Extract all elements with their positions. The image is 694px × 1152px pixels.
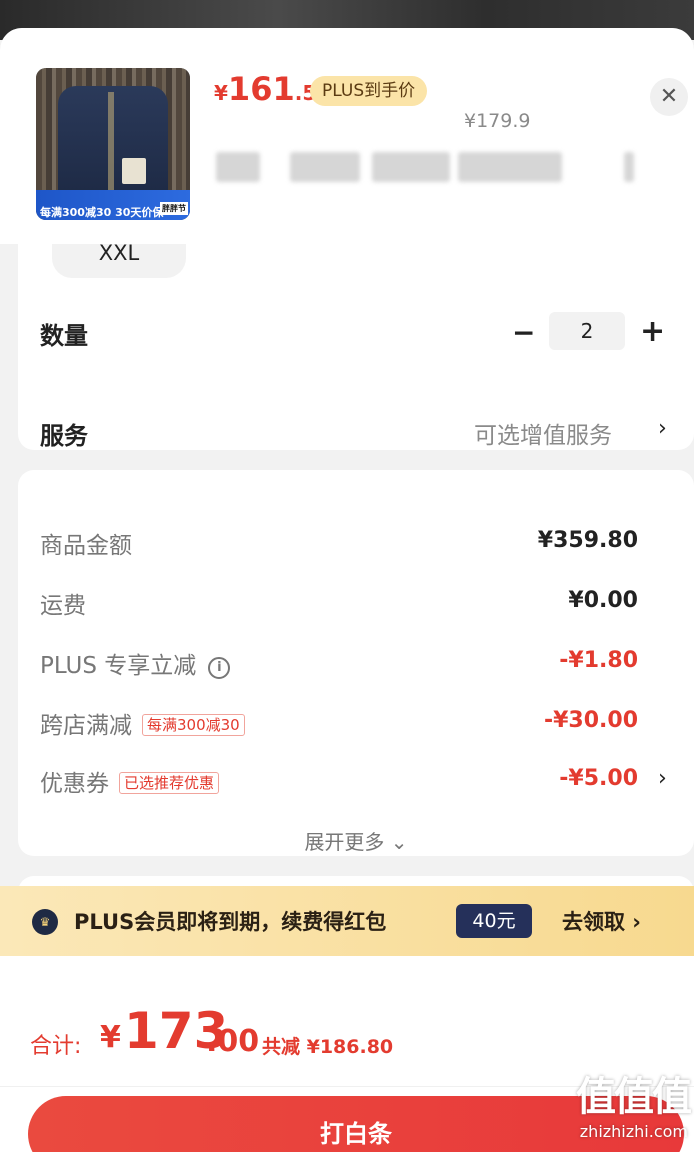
- blurred-title: [290, 152, 360, 182]
- claim-button[interactable]: 去领取 ›: [562, 906, 641, 936]
- banner-text: PLUS会员即将到期，续费得红包: [74, 910, 387, 934]
- size-option-xxl[interactable]: XXL: [52, 238, 186, 278]
- cross-store-label: 跨店满减: [40, 713, 132, 739]
- promo-festival-tag: 胖胖节: [160, 202, 188, 215]
- plus-price-badge: PLUS到手价: [310, 76, 428, 106]
- current-price: ¥161.5: [214, 70, 316, 108]
- thumbnail-promo-strip: 每满300减30 30天价保 胖胖节: [36, 190, 190, 220]
- total-decimal: .00: [206, 1024, 260, 1059]
- price-integer: 161: [227, 70, 295, 108]
- product-header: 每满300减30 30天价保 胖胖节 ¥161.5 PLUS到手价 ¥179.9…: [0, 28, 694, 244]
- chevron-right-icon[interactable]: ›: [658, 416, 667, 441]
- total-label: 合计:: [30, 1034, 82, 1059]
- coupon-row[interactable]: 优惠券 已选推荐优惠: [40, 764, 220, 798]
- options-card: XXL 数量 − 2 + 服务 可选增值服务 ›: [18, 208, 694, 450]
- coupon-label: 优惠券: [40, 771, 109, 797]
- service-value[interactable]: 可选增值服务: [474, 416, 612, 450]
- quantity-input[interactable]: 2: [549, 312, 625, 350]
- red-packet-badge: 40元: [456, 904, 532, 938]
- jacket-patch: [122, 158, 146, 184]
- plus-discount-row: PLUS 专享立减 i: [40, 646, 231, 680]
- denim-jacket-image: [58, 86, 168, 202]
- price-breakdown-card: 商品金额 ¥359.80 运费 ¥0.00 PLUS 专享立减 i -¥1.80 …: [18, 470, 694, 856]
- close-icon[interactable]: ✕: [650, 78, 688, 116]
- chevron-right-icon[interactable]: ›: [658, 766, 667, 791]
- crown-icon: ♛: [32, 909, 58, 935]
- blurred-title: [372, 152, 450, 182]
- promo-line: 每满300减30 30天价保: [40, 206, 164, 219]
- info-icon[interactable]: i: [208, 657, 231, 679]
- expand-more-button[interactable]: 展开更多 ⌄: [18, 826, 694, 855]
- total-saved: 共减 ¥186.80: [262, 1036, 394, 1058]
- minus-icon[interactable]: −: [512, 316, 535, 349]
- shipping-label: 运费: [40, 593, 86, 619]
- quantity-label: 数量: [40, 322, 88, 350]
- plus-renewal-banner[interactable]: ♛ PLUS会员即将到期，续费得红包 40元 去领取 ›: [0, 886, 694, 956]
- cross-store-value: -¥30.00: [543, 708, 638, 733]
- coupon-value[interactable]: -¥5.00: [559, 766, 638, 791]
- total-currency: ¥: [100, 1020, 121, 1055]
- goods-amount-value: ¥359.80: [537, 528, 638, 553]
- watermark-logo: 值值值: [576, 1074, 692, 1120]
- watermark-url: zhizhizhi.com: [579, 1122, 688, 1141]
- original-price: ¥179.9: [464, 110, 531, 132]
- plus-discount-value: -¥1.80: [559, 648, 638, 673]
- cross-store-tag: 每满300减30: [142, 714, 245, 736]
- service-label: 服务: [40, 422, 88, 450]
- price-currency: ¥: [214, 81, 228, 105]
- coupon-tag: 已选推荐优惠: [119, 772, 220, 794]
- blurred-title: [624, 152, 634, 182]
- product-thumbnail[interactable]: 每满300减30 30天价保 胖胖节: [36, 68, 190, 220]
- purchase-sheet: 每满300减30 30天价保 胖胖节 ¥161.5 PLUS到手价 ¥179.9…: [0, 28, 694, 1152]
- blurred-title: [458, 152, 562, 182]
- plus-discount-label: PLUS 专享立减: [40, 653, 197, 679]
- goods-amount-label: 商品金额: [40, 533, 132, 559]
- shipping-value: ¥0.00: [568, 588, 638, 613]
- plus-icon[interactable]: +: [640, 314, 665, 349]
- cross-store-row: 跨店满减 每满300减30: [40, 706, 245, 740]
- blurred-title: [216, 152, 260, 182]
